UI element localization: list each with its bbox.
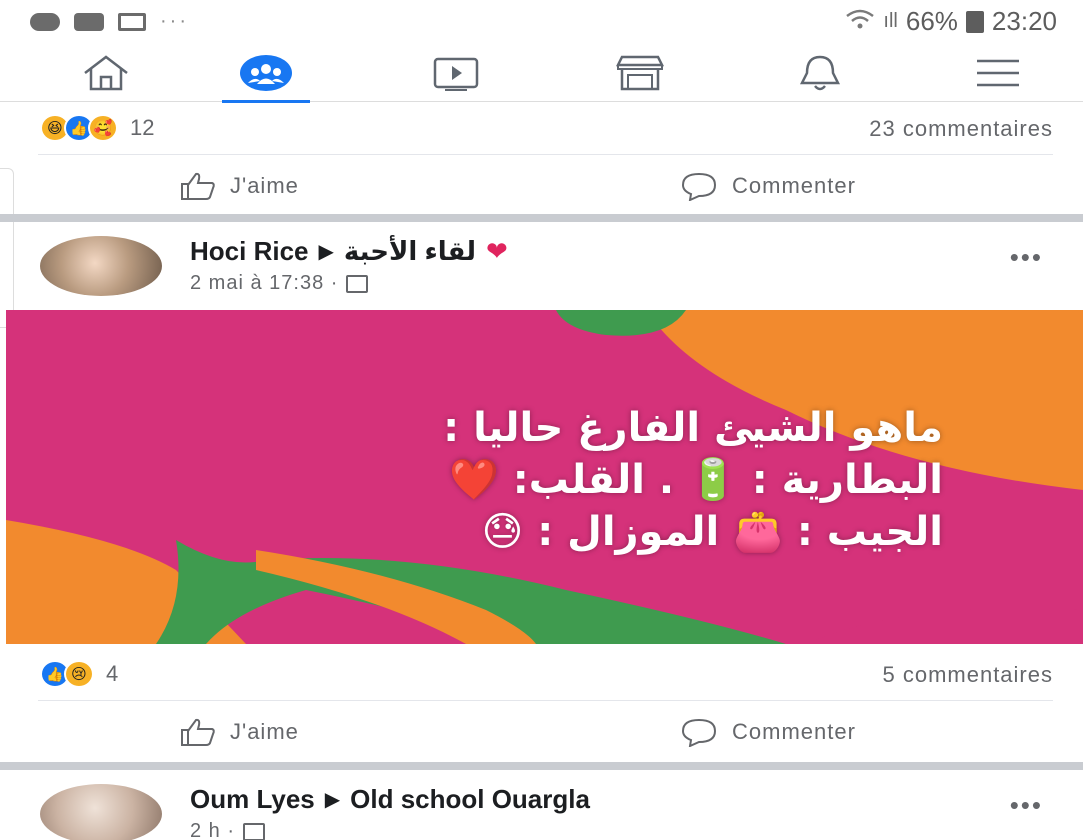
divider: [38, 154, 1053, 155]
post2-header: Hoci Rice ▶ لقاء الأحبة ❤ 2 mai à 17:38 …: [0, 222, 1083, 308]
messenger-icon: [30, 12, 60, 31]
post-meta: 2 mai à 17:38 ·: [190, 272, 369, 295]
thumbs-up-icon: [181, 718, 215, 746]
status-bar: ··· ıll 66% 23:20: [0, 0, 1083, 44]
battery-percent: 66%: [905, 6, 958, 36]
post-image-text: ماهو الشيئ الفارغ حاليا : البطارية : 🔋 .…: [43, 402, 943, 558]
clock: 23:20: [991, 6, 1057, 36]
timestamp[interactable]: 2 h ·: [190, 820, 235, 840]
post-title: Hoci Rice ▶ لقاء الأحبة ❤: [190, 236, 508, 267]
hamburger-icon: [977, 59, 1019, 87]
care-reaction-icon: 🥰: [88, 114, 118, 142]
reaction-count: 4: [106, 661, 119, 686]
image-text-line-2: البطارية : 🔋 . القلب: ❤️: [449, 457, 943, 503]
comment-label: Commenter: [732, 173, 856, 198]
arrow-right-icon: ▶: [324, 789, 341, 811]
post-meta: 2 h ·: [190, 820, 266, 840]
wifi-icon: [845, 8, 875, 36]
like-label: J'aime: [230, 719, 299, 744]
divider: [38, 700, 1053, 701]
group-audience-icon: [243, 822, 266, 840]
avatar[interactable]: [40, 236, 162, 296]
comment-label: Commenter: [732, 719, 856, 744]
post2-reactions-row: 👍 😢 4 5 commentaires: [0, 650, 1083, 698]
author-name[interactable]: Oum Lyes: [190, 784, 315, 815]
nav-home[interactable]: [46, 44, 166, 102]
post2-actions: J'aime Commenter: [0, 702, 1083, 762]
more-options-button[interactable]: •••: [1010, 242, 1043, 273]
signal-icon: ıll: [883, 10, 898, 32]
comment-icon: [681, 718, 717, 747]
comments-count[interactable]: 23 commentaires: [869, 116, 1053, 142]
store-icon: [615, 55, 665, 91]
post-separator: [0, 762, 1083, 770]
thumbs-up-icon: [181, 172, 215, 200]
youtube-icon: [74, 12, 104, 31]
notification-icons: ···: [30, 10, 189, 33]
home-icon: [84, 55, 128, 91]
like-button[interactable]: J'aime: [180, 156, 299, 216]
comment-button[interactable]: Commenter: [680, 156, 856, 216]
group-audience-icon: [346, 274, 369, 293]
top-navigation: [0, 44, 1083, 103]
post-title: Oum Lyes ▶ Old school Ouargla: [190, 784, 590, 815]
comment-icon: [681, 172, 717, 201]
image-text-line-3: الجيب : 👛 الموزال : 😓: [481, 509, 943, 555]
timestamp[interactable]: 2 mai à 17:38 ·: [190, 272, 338, 295]
more-notifications-icon: ···: [160, 10, 189, 32]
comment-button[interactable]: Commenter: [680, 702, 856, 762]
bell-icon: [799, 55, 841, 91]
heart-icon: ❤: [486, 236, 508, 266]
more-options-button[interactable]: •••: [1010, 790, 1043, 821]
reaction-summary[interactable]: 👍 😢 4: [40, 660, 118, 688]
nav-watch[interactable]: [396, 44, 516, 102]
like-label: J'aime: [230, 173, 299, 198]
author-name[interactable]: Hoci Rice: [190, 236, 309, 267]
reaction-summary[interactable]: 😆 👍 🥰 12: [40, 114, 154, 142]
groups-icon: [240, 55, 292, 91]
group-name[interactable]: لقاء الأحبة: [344, 236, 476, 267]
nav-menu[interactable]: [938, 44, 1058, 102]
avatar[interactable]: [40, 784, 162, 840]
nav-groups[interactable]: [206, 44, 326, 103]
image-text-line-1: ماهو الشيئ الفارغ حاليا :: [443, 405, 943, 451]
comments-count[interactable]: 5 commentaires: [882, 662, 1053, 688]
post1-reactions-row: 😆 👍 🥰 12 23 commentaires: [0, 104, 1083, 152]
nav-marketplace[interactable]: [580, 44, 700, 102]
arrow-right-icon: ▶: [318, 241, 334, 263]
post1-actions: J'aime Commenter: [0, 156, 1083, 216]
post3-header: Oum Lyes ▶ Old school Ouargla 2 h · •••: [0, 770, 1083, 840]
group-name[interactable]: Old school Ouargla: [350, 784, 590, 815]
post-separator: [0, 214, 1083, 222]
sad-reaction-icon: 😢: [64, 660, 94, 688]
battery-icon: [965, 10, 984, 33]
video-icon: [433, 57, 479, 91]
like-button[interactable]: J'aime: [180, 702, 299, 762]
system-status: ıll 66% 23:20: [845, 6, 1057, 37]
reaction-count: 12: [130, 115, 155, 140]
nav-notifications[interactable]: [760, 44, 880, 102]
gallery-icon: [118, 12, 146, 31]
post-image[interactable]: ماهو الشيئ الفارغ حاليا : البطارية : 🔋 .…: [6, 310, 1083, 644]
